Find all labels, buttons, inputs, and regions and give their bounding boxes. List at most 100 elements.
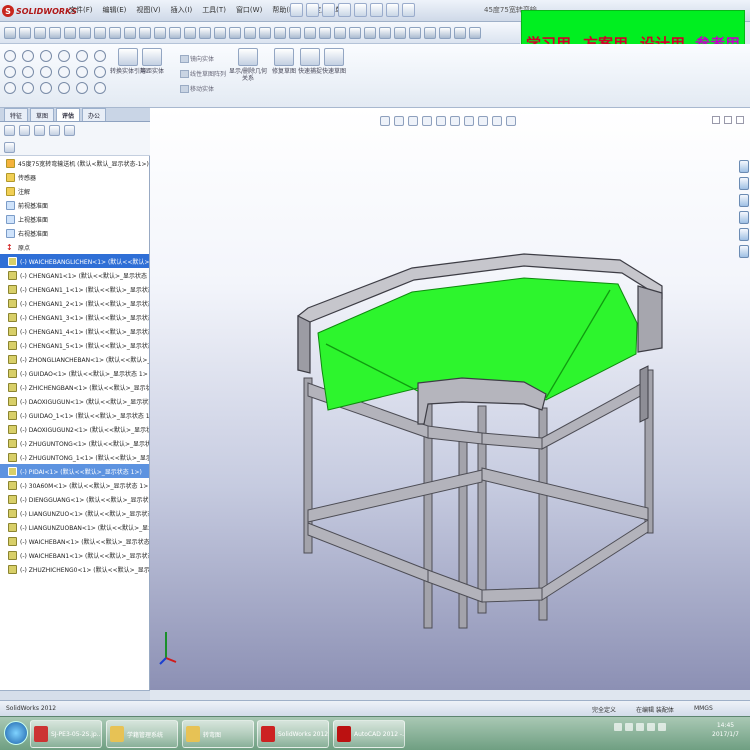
extend-icon[interactable]: [22, 82, 34, 94]
tree-item-origin[interactable]: ↕ 原点: [0, 240, 149, 254]
save-icon[interactable]: [322, 3, 335, 17]
line-icon[interactable]: [22, 50, 34, 62]
network-icon[interactable]: [658, 723, 666, 731]
dimxpert-icon[interactable]: [49, 125, 60, 136]
file-explorer-icon[interactable]: [739, 194, 749, 207]
tree-item-part[interactable]: (-) PIDAI<1> (默认<<默认>_显示状态 1>): [0, 464, 149, 478]
tree-item-part[interactable]: (-) CHENGAN1_5<1> (默认<<默认>_显示状态: [0, 338, 149, 352]
start-button[interactable]: [4, 721, 28, 745]
tool-icon[interactable]: [379, 26, 391, 39]
tree-item-part[interactable]: (-) CHENGAN1_2<1> (默认<<默认>_显示状态: [0, 296, 149, 310]
spline-icon[interactable]: [76, 50, 88, 62]
filter-icon[interactable]: [4, 142, 15, 153]
menu-item[interactable]: 插入(I): [168, 4, 196, 16]
tab[interactable]: 草图: [30, 108, 55, 121]
rebuild-icon[interactable]: [386, 3, 399, 17]
tool-icon[interactable]: [214, 26, 226, 39]
display-icon[interactable]: [64, 125, 75, 136]
tool-icon[interactable]: [274, 26, 286, 39]
taskbar-button[interactable]: 转弯图: [182, 720, 254, 748]
menu-item[interactable]: 窗口(W): [233, 4, 265, 16]
arc-icon[interactable]: [58, 50, 70, 62]
tool-icon[interactable]: [394, 26, 406, 39]
mirror-entities-item[interactable]: 镜向实体: [180, 54, 226, 63]
tool-icon[interactable]: [4, 26, 16, 39]
tree-item-part[interactable]: (-) DAOXIGUGUN2<1> (默认<<默认>_显示状态: [0, 422, 149, 436]
menu-item[interactable]: 编辑(E): [100, 4, 130, 16]
tree-item-part[interactable]: (-) CHENGAN1<1> (默认<<默认>_显示状态 1>: [0, 268, 149, 282]
tree-item-part[interactable]: (-) LIANGUNZUO<1> (默认<<默认>_显示状态: [0, 506, 149, 520]
tree-item-part[interactable]: (-) ZHUZHICHENG0<1> (默认<<默认>_显示状: [0, 562, 149, 576]
ribbon-rapid[interactable]: 快速草图: [314, 48, 354, 75]
tree-horizontal-scrollbar[interactable]: [0, 690, 150, 700]
tool-icon[interactable]: [124, 26, 136, 39]
tool-icon[interactable]: [439, 26, 451, 39]
graphics-viewport[interactable]: [150, 108, 750, 690]
tab[interactable]: 办公: [82, 108, 107, 121]
tool-icon[interactable]: [19, 26, 31, 39]
tray-icon[interactable]: [636, 723, 644, 731]
tool-icon[interactable]: [259, 26, 271, 39]
tree-item-part[interactable]: (-) ZHUGUNTONG<1> (默认<<默认>_显示状态: [0, 436, 149, 450]
tree-item-part[interactable]: (-) ZHUGUNTONG_1<1> (默认<<默认>_显示状态: [0, 450, 149, 464]
tree-item-folder[interactable]: 注解: [0, 184, 149, 198]
view-palette-icon[interactable]: [739, 211, 749, 224]
taskbar-button[interactable]: SolidWorks 2012...: [257, 720, 329, 748]
design-library-icon[interactable]: [739, 177, 749, 190]
tool-icon[interactable]: [334, 26, 346, 39]
taskbar-button[interactable]: SJ-PE3-05-2S.jp...: [30, 720, 102, 748]
ribbon-relations[interactable]: 显示/删除几何关系: [228, 48, 268, 82]
smart-dimension-icon[interactable]: [4, 66, 16, 78]
taskbar-button[interactable]: 学籍管理系统: [106, 720, 178, 748]
linear-pattern-item[interactable]: 线性草图阵列: [180, 69, 226, 78]
tree-item-part[interactable]: (-) CHENGAN1_1<1> (默认<<默认>_显示状态 1: [0, 282, 149, 296]
tool-icon[interactable]: [34, 26, 46, 39]
mirror-icon[interactable]: [94, 82, 106, 94]
ribbon-offset[interactable]: 等距实体: [132, 48, 172, 75]
resources-icon[interactable]: [739, 160, 749, 173]
menu-item[interactable]: 文件(F): [66, 4, 96, 16]
menu-item[interactable]: 视图(V): [133, 4, 163, 16]
tool-icon[interactable]: [94, 26, 106, 39]
fillet-icon[interactable]: [40, 82, 52, 94]
plane-icon[interactable]: [94, 66, 106, 78]
tool-icon[interactable]: [319, 26, 331, 39]
tree-item-part[interactable]: (-) CHENGAN1_3<1> (默认<<默认>_显示状态: [0, 310, 149, 324]
polygon-icon[interactable]: [58, 66, 70, 78]
undo-icon[interactable]: [354, 3, 367, 17]
text-icon[interactable]: [94, 50, 106, 62]
tool-icon[interactable]: [64, 26, 76, 39]
clock[interactable]: 14:45 2017/1/7: [712, 721, 739, 739]
volume-icon[interactable]: [647, 723, 655, 731]
chamfer-icon[interactable]: [58, 82, 70, 94]
tree-item-part[interactable]: (-) DIENGGUANG<1> (默认<<默认>_显示状态: [0, 492, 149, 506]
tool-icon[interactable]: [49, 26, 61, 39]
tool-icon[interactable]: [139, 26, 151, 39]
tool-icon[interactable]: [454, 26, 466, 39]
sketch-icon[interactable]: [4, 50, 16, 62]
tree-item-part[interactable]: (-) WAICHEBAN1<1> (默认<<默认>_显示状态: [0, 548, 149, 562]
tree-item-part[interactable]: (-) 30A60M<1> (默认<<默认>_显示状态 1>: [0, 478, 149, 492]
rectangle-icon[interactable]: [22, 66, 34, 78]
tool-icon[interactable]: [364, 26, 376, 39]
offset-icon[interactable]: [76, 82, 88, 94]
tree-item-part[interactable]: (-) LIANGUNZUOBAN<1> (默认<<默认>_显示状: [0, 520, 149, 534]
tool-icon[interactable]: [469, 26, 481, 39]
slot-icon[interactable]: [40, 66, 52, 78]
tree-item-plane[interactable]: 上视基准面: [0, 212, 149, 226]
tree-item-folder[interactable]: 传感器: [0, 170, 149, 184]
tool-icon[interactable]: [79, 26, 91, 39]
tool-icon[interactable]: [169, 26, 181, 39]
tool-icon[interactable]: [349, 26, 361, 39]
appearances-icon[interactable]: [739, 228, 749, 241]
tree-item-part[interactable]: (-) DAOXIGUGUN<1> (默认<<默认>_显示状态 1>: [0, 394, 149, 408]
tab[interactable]: 特征: [4, 108, 29, 121]
print-icon[interactable]: [338, 3, 351, 17]
tool-icon[interactable]: [154, 26, 166, 39]
tree-item-plane[interactable]: 前视基准面: [0, 198, 149, 212]
circle-icon[interactable]: [40, 50, 52, 62]
tool-icon[interactable]: [424, 26, 436, 39]
tool-icon[interactable]: [199, 26, 211, 39]
new-icon[interactable]: [290, 3, 303, 17]
tray-icon[interactable]: [614, 723, 622, 731]
